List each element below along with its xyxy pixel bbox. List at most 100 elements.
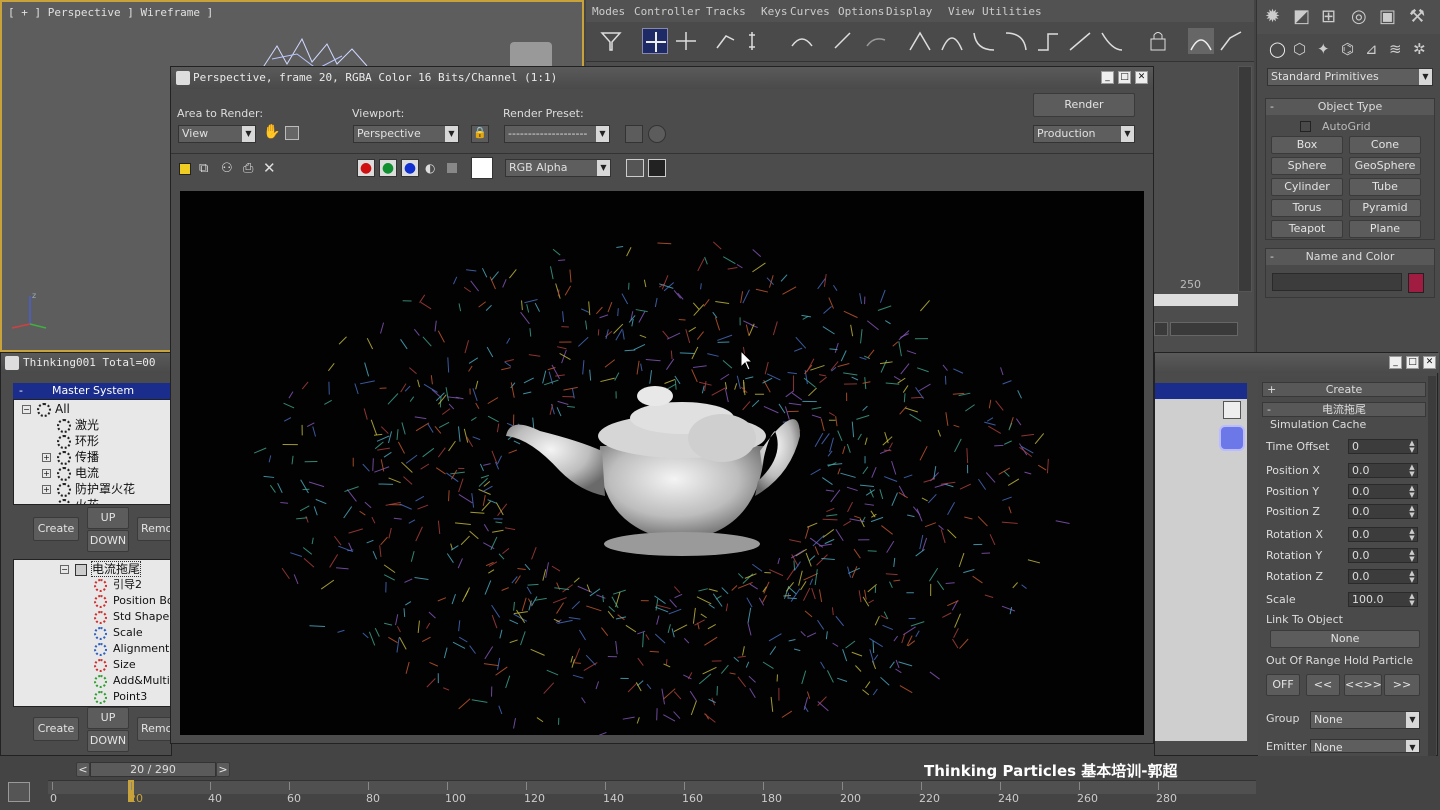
dynset-down-button[interactable]: DOWN: [87, 730, 129, 752]
expand-icon[interactable]: +: [42, 485, 51, 494]
name-color-header[interactable]: - Name and Color: [1266, 249, 1434, 265]
remove-dynset-button[interactable]: Remo: [137, 717, 173, 741]
param-spinner[interactable]: 0.0 ▲ ▼: [1348, 463, 1418, 478]
move-keys-icon[interactable]: [642, 28, 668, 54]
timeline-next-button[interactable]: >: [216, 762, 230, 777]
tree-item[interactable]: +激光: [42, 417, 99, 433]
spinner-arrows-icon[interactable]: ▲ ▼: [1407, 549, 1417, 563]
tangent-step-icon[interactable]: [1036, 30, 1060, 52]
cameras-icon[interactable]: ⌬: [1341, 40, 1354, 58]
primitive-pyramid-button[interactable]: Pyramid: [1349, 199, 1421, 217]
dynset-item[interactable]: − 电流拖尾: [60, 561, 142, 577]
operator-item[interactable]: Position Bor: [94, 593, 172, 609]
collapse-icon[interactable]: −: [60, 565, 69, 574]
geometry-icon[interactable]: ◯: [1269, 40, 1286, 58]
viewport-label[interactable]: [ + ] Perspective ] Wireframe ]: [8, 6, 213, 19]
remove-group-button[interactable]: Remo: [137, 517, 173, 541]
spinner-arrows-icon[interactable]: ▲ ▼: [1407, 505, 1417, 519]
close-icon[interactable]: ✕: [1135, 71, 1148, 84]
param-spinner[interactable]: 0.0 ▲ ▼: [1348, 527, 1418, 542]
draw-curves-icon[interactable]: [832, 30, 856, 52]
show-tangents-icon[interactable]: [1188, 28, 1214, 54]
tangent-linear-icon[interactable]: [1068, 30, 1092, 52]
operator-item[interactable]: Alignment: [94, 641, 169, 657]
create-tab-icon[interactable]: ✹: [1265, 6, 1280, 27]
time-slider[interactable]: 20 / 290: [90, 762, 216, 777]
maximize-icon[interactable]: □: [1118, 71, 1131, 84]
primitive-cylinder-button[interactable]: Cylinder: [1271, 178, 1343, 196]
trackview-scrollbar[interactable]: [1238, 66, 1252, 292]
primitive-plane-button[interactable]: Plane: [1349, 220, 1421, 238]
trackview-field-b[interactable]: [1170, 322, 1238, 336]
tangent-slow-icon[interactable]: [1004, 30, 1028, 52]
add-key-icon[interactable]: [790, 30, 814, 52]
group-up-button[interactable]: UP: [87, 507, 129, 529]
toggle-ui-icon[interactable]: [648, 159, 666, 177]
tp-panel-scrollbar[interactable]: [1428, 376, 1436, 756]
primitive-tube-button[interactable]: Tube: [1349, 178, 1421, 196]
curve-editor-icon[interactable]: [1218, 28, 1244, 54]
auto-region-icon[interactable]: [285, 126, 299, 140]
background-color-swatch[interactable]: [471, 157, 493, 179]
operator-item[interactable]: Scale: [94, 625, 143, 641]
render-button[interactable]: Render: [1033, 93, 1135, 117]
print-icon[interactable]: ⎙: [243, 161, 253, 176]
object-color-swatch[interactable]: [1408, 273, 1424, 293]
menu-utilities[interactable]: Utilities: [982, 5, 1042, 18]
operator-item[interactable]: Point3: [94, 689, 147, 705]
primitives-dropdown[interactable]: Standard Primitives ▼: [1267, 68, 1433, 86]
spinner-arrows-icon[interactable]: ▲ ▼: [1407, 528, 1417, 542]
save-image-icon[interactable]: [179, 163, 191, 175]
close-icon[interactable]: ✕: [1423, 356, 1436, 369]
scale-keys-icon[interactable]: [714, 30, 738, 52]
slide-keys-icon[interactable]: [674, 30, 698, 52]
production-dropdown[interactable]: Production ▼: [1033, 125, 1135, 143]
node-icon[interactable]: [1219, 425, 1245, 451]
blue-channel-icon[interactable]: ●: [401, 159, 419, 177]
toggle-ui-overlay-icon[interactable]: [626, 159, 644, 177]
tree-item[interactable]: − All: [22, 401, 70, 417]
operator-item[interactable]: 引导2: [94, 577, 142, 593]
menu-display[interactable]: Display: [886, 5, 932, 18]
primitive-torus-button[interactable]: Torus: [1271, 199, 1343, 217]
group-dropdown[interactable]: None ▼: [1310, 711, 1420, 729]
primitive-teapot-button[interactable]: Teapot: [1271, 220, 1343, 238]
reduce-keys-icon[interactable]: [864, 30, 888, 52]
environment-icon[interactable]: [648, 125, 666, 143]
render-preset-dropdown[interactable]: -------------------- ▼: [504, 125, 610, 143]
minimize-icon[interactable]: _: [1389, 356, 1402, 369]
copy-image-icon[interactable]: ⧉: [199, 161, 208, 176]
primitive-box-button[interactable]: Box: [1271, 136, 1343, 154]
object-type-header[interactable]: - Object Type: [1266, 99, 1434, 115]
hierarchy-tab-icon[interactable]: ⊞: [1321, 6, 1336, 27]
alpha-channel-icon[interactable]: ◐: [425, 161, 435, 175]
lock-tangents-icon[interactable]: [1146, 30, 1170, 52]
pan-hand-icon[interactable]: ✋: [263, 124, 280, 140]
create-group-button[interactable]: Create: [33, 517, 79, 541]
minimize-icon[interactable]: _: [1101, 71, 1114, 84]
spinner-arrows-icon[interactable]: ▲ ▼: [1407, 440, 1417, 454]
object-name-input[interactable]: [1272, 273, 1402, 291]
menu-keys[interactable]: Keys: [761, 5, 788, 18]
maximize-icon[interactable]: □: [1406, 356, 1419, 369]
menu-options[interactable]: Options: [838, 5, 884, 18]
lights-icon[interactable]: ✦: [1317, 40, 1330, 58]
track-bar[interactable]: [48, 780, 1256, 794]
render-titlebar[interactable]: Perspective, frame 20, RGBA Color 16 Bit…: [171, 67, 1153, 89]
render-setup-icon[interactable]: [625, 125, 643, 143]
param-spinner[interactable]: 0.0 ▲ ▼: [1348, 569, 1418, 584]
spinner-arrows-icon[interactable]: ▲ ▼: [1407, 570, 1417, 584]
param-spinner[interactable]: 0 ▲ ▼: [1348, 439, 1418, 454]
trackview-field-a[interactable]: [1154, 322, 1168, 336]
tree-item[interactable]: + 电流: [42, 465, 99, 481]
expand-icon[interactable]: +: [42, 453, 51, 462]
expand-icon[interactable]: +: [42, 469, 51, 478]
viewport-dropdown[interactable]: Perspective ▼: [353, 125, 459, 143]
trackview-hscroll[interactable]: [1154, 294, 1238, 306]
param-spinner[interactable]: 0.0 ▲ ▼: [1348, 484, 1418, 499]
link-object-button[interactable]: None: [1270, 630, 1420, 648]
channel-display-dropdown[interactable]: RGB Alpha ▼: [505, 159, 611, 177]
emitter-dropdown[interactable]: None ▼: [1310, 739, 1420, 753]
mini-curve-editor-icon[interactable]: [8, 782, 30, 802]
spinner-arrows-icon[interactable]: ▲ ▼: [1407, 593, 1417, 607]
